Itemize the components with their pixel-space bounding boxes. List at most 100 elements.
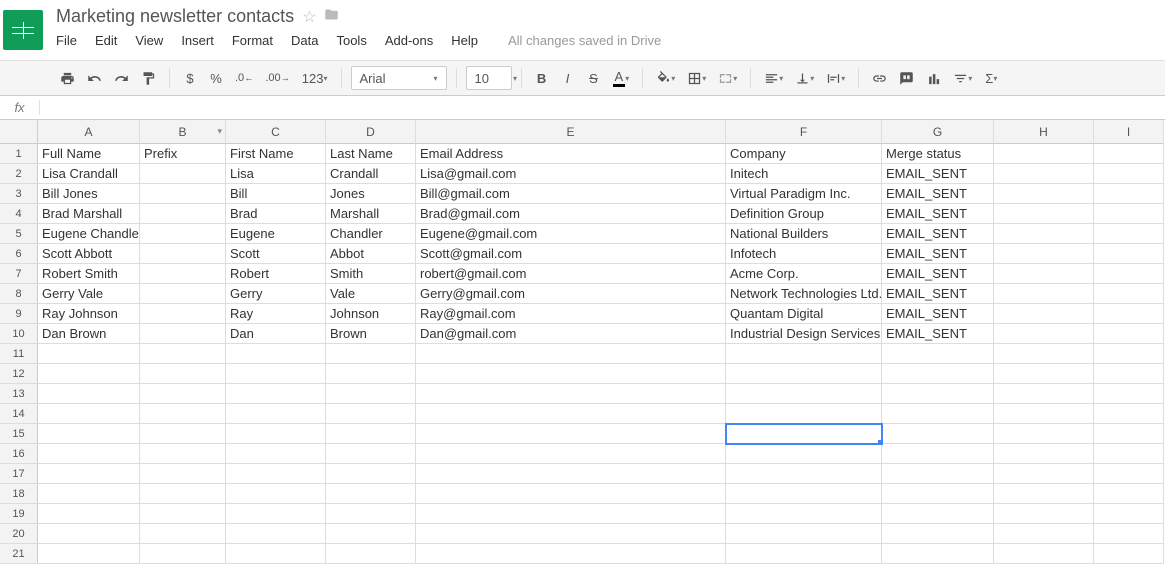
cell[interactable]: Scott@gmail.com [416, 244, 726, 264]
app-logo[interactable] [0, 0, 46, 60]
cell[interactable] [726, 444, 882, 464]
menu-file[interactable]: File [56, 33, 77, 48]
cell[interactable] [140, 444, 226, 464]
cell[interactable] [994, 144, 1094, 164]
cell[interactable] [1094, 184, 1164, 204]
cell[interactable] [1094, 244, 1164, 264]
cell[interactable] [326, 464, 416, 484]
currency-button[interactable]: $ [179, 66, 201, 90]
cell[interactable] [38, 504, 140, 524]
cell[interactable] [726, 484, 882, 504]
cell[interactable] [416, 384, 726, 404]
cell[interactable] [882, 524, 994, 544]
cell[interactable] [1094, 504, 1164, 524]
italic-button[interactable]: I [557, 66, 579, 90]
cell[interactable] [326, 524, 416, 544]
cell[interactable] [994, 484, 1094, 504]
column-header-E[interactable]: E [416, 120, 726, 144]
text-wrap-button[interactable]: ▾ [822, 66, 849, 90]
cell[interactable]: EMAIL_SENT [882, 164, 994, 184]
menu-tools[interactable]: Tools [336, 33, 366, 48]
cell[interactable] [226, 504, 326, 524]
cell[interactable] [140, 464, 226, 484]
cell[interactable]: Robert [226, 264, 326, 284]
cell[interactable] [1094, 164, 1164, 184]
column-header-D[interactable]: D [326, 120, 416, 144]
cell[interactable]: EMAIL_SENT [882, 204, 994, 224]
cell[interactable] [38, 444, 140, 464]
cell[interactable] [1094, 364, 1164, 384]
cell[interactable]: Jones [326, 184, 416, 204]
cell[interactable] [226, 464, 326, 484]
cell[interactable] [882, 444, 994, 464]
cell[interactable] [416, 364, 726, 384]
cell[interactable]: Gerry [226, 284, 326, 304]
cell[interactable]: Crandall [326, 164, 416, 184]
cell[interactable] [140, 364, 226, 384]
cell[interactable] [1094, 484, 1164, 504]
cell[interactable]: Vale [326, 284, 416, 304]
cell[interactable] [38, 464, 140, 484]
cell[interactable] [38, 424, 140, 444]
column-header-H[interactable]: H [994, 120, 1094, 144]
cell[interactable] [994, 404, 1094, 424]
cell[interactable] [140, 524, 226, 544]
menu-format[interactable]: Format [232, 33, 273, 48]
cell[interactable] [1094, 304, 1164, 324]
cell[interactable] [1094, 344, 1164, 364]
cell[interactable] [38, 524, 140, 544]
cell[interactable]: Dan [226, 324, 326, 344]
cell[interactable]: Robert Smith [38, 264, 140, 284]
cell[interactable]: First Name [226, 144, 326, 164]
text-color-button[interactable]: A ▾ [609, 66, 634, 90]
cell[interactable]: Ray@gmail.com [416, 304, 726, 324]
print-button[interactable] [56, 66, 79, 90]
cell[interactable]: Full Name [38, 144, 140, 164]
cell[interactable]: Eugene Chandler [38, 224, 140, 244]
cell[interactable] [1094, 464, 1164, 484]
cell[interactable] [140, 384, 226, 404]
cell[interactable] [726, 524, 882, 544]
row-header[interactable]: 9 [0, 304, 38, 324]
percent-button[interactable]: % [205, 66, 227, 90]
cell[interactable]: Acme Corp. [726, 264, 882, 284]
cell[interactable] [140, 264, 226, 284]
cell[interactable] [1094, 224, 1164, 244]
cell[interactable] [1094, 444, 1164, 464]
cell[interactable] [326, 504, 416, 524]
row-header[interactable]: 18 [0, 484, 38, 504]
row-header[interactable]: 3 [0, 184, 38, 204]
row-header[interactable]: 19 [0, 504, 38, 524]
cell[interactable] [726, 464, 882, 484]
cell[interactable] [1094, 524, 1164, 544]
cell[interactable]: Gerry@gmail.com [416, 284, 726, 304]
column-header-I[interactable]: I [1094, 120, 1164, 144]
menu-help[interactable]: Help [451, 33, 478, 48]
doc-title[interactable]: Marketing newsletter contacts [56, 6, 294, 27]
cell[interactable]: EMAIL_SENT [882, 304, 994, 324]
cell[interactable] [726, 344, 882, 364]
cell[interactable]: Company [726, 144, 882, 164]
cell[interactable] [416, 484, 726, 504]
star-icon[interactable]: ☆ [302, 7, 316, 27]
cell[interactable] [1094, 204, 1164, 224]
cell[interactable] [416, 424, 726, 444]
cell[interactable] [882, 504, 994, 524]
menu-data[interactable]: Data [291, 33, 318, 48]
cell[interactable]: Scott Abbott [38, 244, 140, 264]
bold-button[interactable]: B [531, 66, 553, 90]
cell[interactable] [140, 324, 226, 344]
cell[interactable] [1094, 144, 1164, 164]
cell[interactable] [326, 364, 416, 384]
row-header[interactable]: 15 [0, 424, 38, 444]
row-header[interactable]: 13 [0, 384, 38, 404]
row-header[interactable]: 5 [0, 224, 38, 244]
cell[interactable]: Eugene [226, 224, 326, 244]
undo-button[interactable] [83, 66, 106, 90]
column-header-F[interactable]: F [726, 120, 882, 144]
fill-color-button[interactable]: ▾ [652, 66, 679, 90]
cell[interactable] [994, 164, 1094, 184]
cell[interactable] [226, 344, 326, 364]
cell[interactable] [994, 344, 1094, 364]
cell[interactable]: Virtual Paradigm Inc. [726, 184, 882, 204]
